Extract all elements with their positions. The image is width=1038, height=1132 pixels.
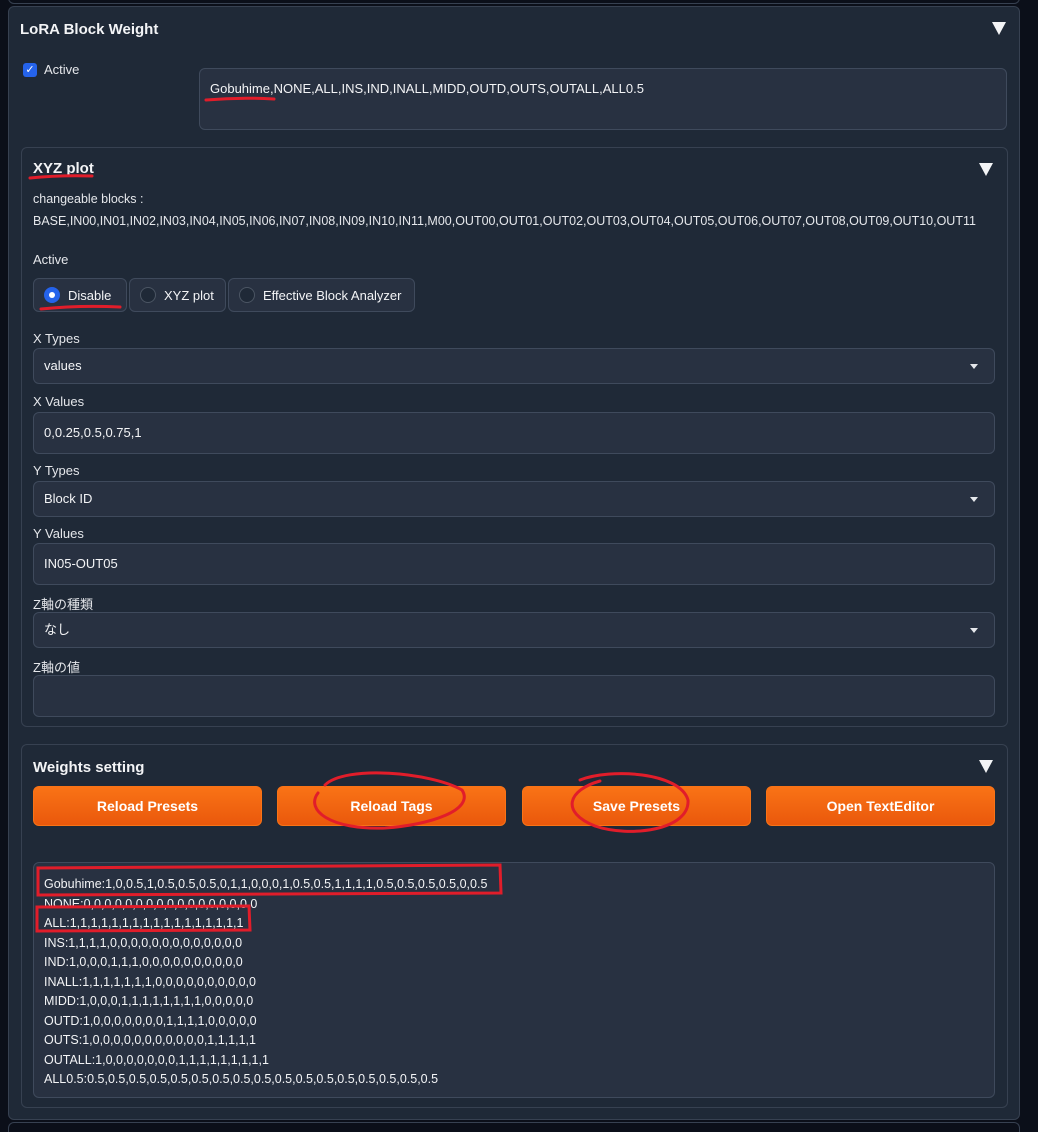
z-types-select[interactable]: なし [33, 612, 995, 648]
next-panel-edge [8, 1122, 1020, 1132]
x-values-input[interactable]: 0,0.25,0.5,0.75,1 [33, 412, 995, 454]
z-types-value: なし [44, 622, 71, 637]
xyz-active-label: Active [33, 252, 69, 267]
z-types-label: Z軸の種類 [33, 597, 93, 612]
preset-line: Gobuhime:1,0,0.5,1,0.5,0.5,0.5,0,1,1,0,0… [44, 877, 488, 891]
radio-xyz-plot[interactable]: XYZ plot [129, 278, 226, 312]
preset-line: INS:1,1,1,1,0,0,0,0,0,0,0,0,0,0,0,0,0 [44, 935, 243, 950]
changeable-blocks-list: BASE,IN00,IN01,IN02,IN03,IN04,IN05,IN06,… [33, 214, 976, 228]
lora-preset-text: Gobuhime,NONE,ALL,INS,IND,INALL,MIDD,OUT… [210, 81, 644, 96]
weights-collapse-triangle-icon[interactable] [979, 760, 993, 773]
radio-disable-label: Disable [68, 287, 112, 303]
reload-presets-button[interactable]: Reload Presets [33, 786, 262, 826]
preset-line: NONE:0,0,0,0,0,0,0,0,0,0,0,0,0,0,0,0,0 [44, 896, 258, 911]
preset-line: ALL0.5:0.5,0.5,0.5,0.5,0.5,0.5,0.5,0.5,0… [44, 1072, 439, 1086]
scrollbar-track[interactable] [1028, 0, 1038, 1128]
reload-tags-button[interactable]: Reload Tags [277, 786, 506, 826]
radio-effective-block-analyzer[interactable]: Effective Block Analyzer [228, 278, 415, 312]
radio-selected-icon [44, 287, 60, 303]
xyz-plot-panel: XYZ plot changeable blocks : BASE,IN00,I… [21, 147, 1008, 727]
changeable-blocks-label: changeable blocks : [33, 192, 144, 206]
preset-line: MIDD:1,0,0,0,1,1,1,1,1,1,1,1,0,0,0,0,0 [44, 994, 254, 1008]
dropdown-caret-icon [970, 497, 978, 502]
x-types-select[interactable]: values [33, 348, 995, 384]
radio-unselected-icon [239, 287, 255, 303]
preset-line: OUTD:1,0,0,0,0,0,0,0,1,1,1,1,0,0,0,0,0 [44, 1013, 257, 1028]
x-types-value: values [44, 358, 82, 373]
radio-xyz-plot-label: XYZ plot [164, 287, 214, 303]
y-types-label: Y Types [33, 463, 80, 478]
check-icon: ✓ [25, 64, 35, 76]
preset-line: ALL:1,1,1,1,1,1,1,1,1,1,1,1,1,1,1,1,1 [44, 916, 244, 930]
preset-lines: Gobuhime:1,0,0.5,1,0.5,0.5,0.5,0,1,1,0,0… [44, 875, 487, 1090]
y-values-input[interactable]: IN05-OUT05 [33, 543, 995, 585]
preset-line: INALL:1,1,1,1,1,1,1,0,0,0,0,0,0,0,0,0,0 [44, 974, 256, 989]
x-values-label: X Values [33, 394, 85, 409]
y-types-value: Block ID [44, 491, 93, 506]
radio-effective-block-analyzer-label: Effective Block Analyzer [263, 287, 402, 303]
y-types-select[interactable]: Block ID [33, 481, 995, 517]
previous-panel-edge [8, 0, 1020, 4]
active-label: Active [44, 62, 80, 77]
weights-title: Weights setting [33, 759, 145, 776]
preset-line: OUTALL:1,0,0,0,0,0,0,0,1,1,1,1,1,1,1,1,1 [44, 1052, 269, 1067]
x-types-label: X Types [33, 331, 80, 346]
weights-setting-panel: Weights setting Reload Presets Reload Ta… [21, 744, 1008, 1108]
dropdown-caret-icon [970, 628, 978, 633]
lora-preset-textbox[interactable]: Gobuhime,NONE,ALL,INS,IND,INALL,MIDD,OUT… [199, 68, 1007, 130]
y-values-label: Y Values [33, 526, 84, 541]
panel-title: LoRA Block Weight [20, 21, 159, 38]
z-values-input[interactable] [33, 675, 995, 717]
preset-line: IND:1,0,0,0,1,1,1,0,0,0,0,0,0,0,0,0,0 [44, 955, 243, 969]
dropdown-caret-icon [970, 364, 978, 369]
preset-line: OUTS:1,0,0,0,0,0,0,0,0,0,0,0,1,1,1,1,1 [44, 1033, 256, 1047]
z-values-label: Z軸の値 [33, 660, 80, 675]
open-texteditor-button[interactable]: Open TextEditor [766, 786, 995, 826]
save-presets-button[interactable]: Save Presets [522, 786, 751, 826]
y-values-text: IN05-OUT05 [44, 556, 118, 571]
xyz-title: XYZ plot [33, 160, 94, 177]
lora-block-weight-panel: LoRA Block Weight ✓ Active Gobuhime,NONE… [8, 6, 1020, 1120]
x-values-text: 0,0.25,0.5,0.75,1 [44, 425, 142, 440]
xyz-collapse-triangle-icon[interactable] [979, 163, 993, 176]
weights-preset-textarea[interactable]: Gobuhime:1,0,0.5,1,0.5,0.5,0.5,0,1,1,0,0… [33, 862, 995, 1098]
active-checkbox[interactable]: ✓ [23, 63, 37, 77]
radio-unselected-icon [140, 287, 156, 303]
collapse-triangle-icon[interactable] [992, 22, 1006, 35]
radio-disable[interactable]: Disable [33, 278, 127, 312]
